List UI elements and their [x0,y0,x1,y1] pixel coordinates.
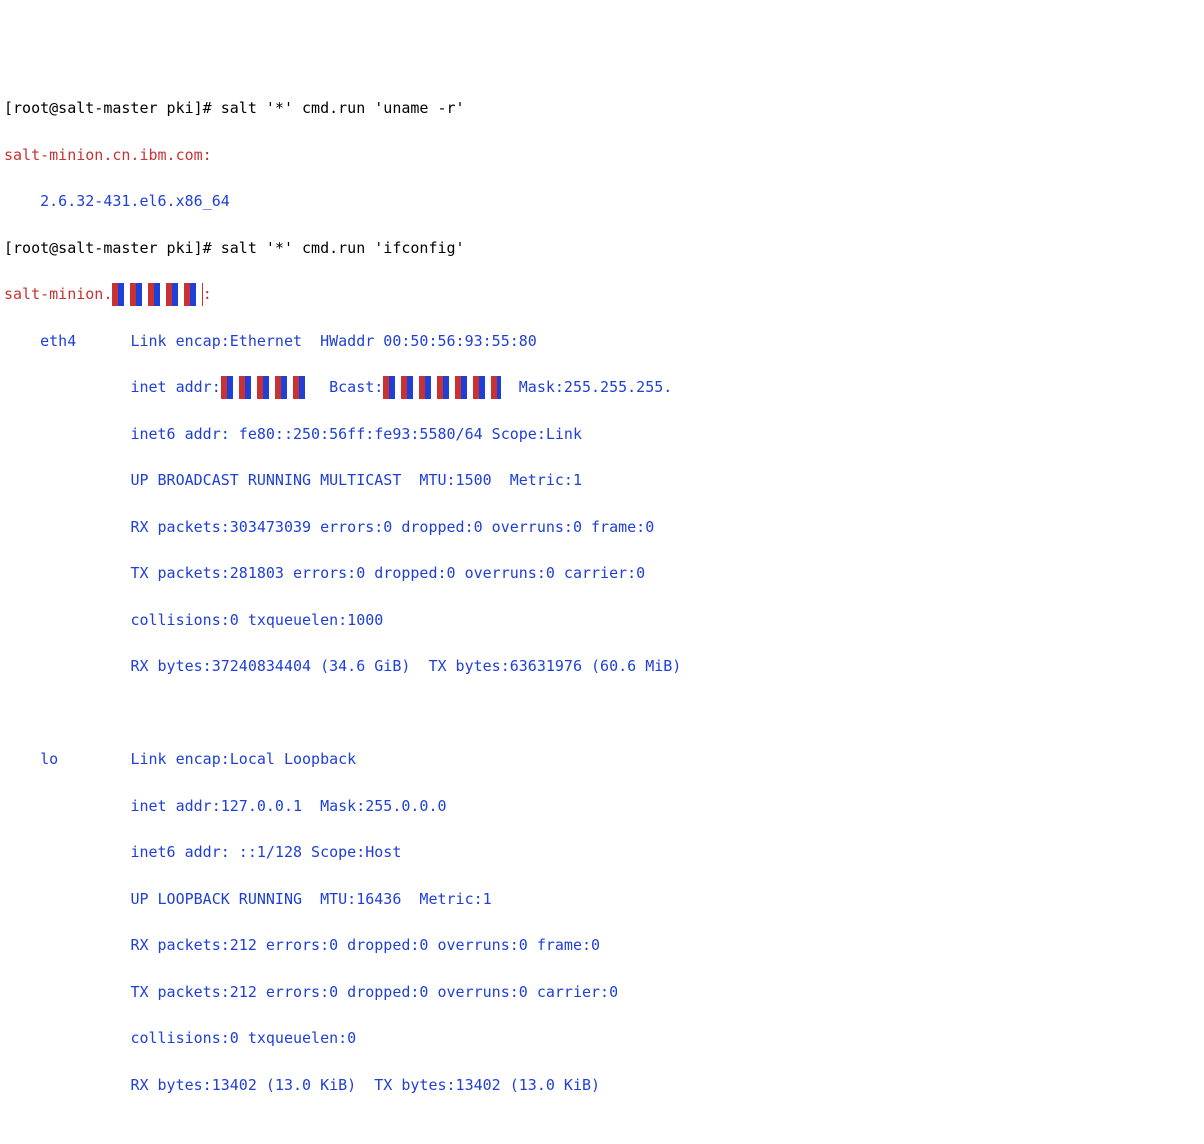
inet-line: inet addr:127.0.0.1 Mask:255.0.0.0 [130,797,446,815]
rx-packets: RX packets:212 errors:0 dropped:0 overru… [130,936,600,954]
iface-name: eth4 [40,332,76,350]
iface-line: UP LOOPBACK RUNNING MTU:16436 Metric:1 [4,888,1200,911]
output-line: 2.6.32-431.el6.x86_64 [4,190,1200,213]
flags-line: UP LOOPBACK RUNNING MTU:16436 Metric:1 [130,890,491,908]
iface-line: RX packets:303473039 errors:0 dropped:0 … [4,516,1200,539]
iface-line: RX bytes:37240834404 (34.6 GiB) TX bytes… [4,655,1200,678]
iface-link: Link encap:Local Loopback [130,750,356,768]
iface-line: TX packets:281803 errors:0 dropped:0 ove… [4,562,1200,585]
tx-packets: TX packets:281803 errors:0 dropped:0 ove… [130,564,645,582]
iface-line: inet addr:* ** *** * Bcast:*.***.***.***… [4,376,1200,399]
terminal-line: [root@salt-master pki]# salt '*' cmd.run… [4,237,1200,260]
iface-line: inet6 addr: fe80::250:56ff:fe93:5580/64 … [4,423,1200,446]
rx-packets: RX packets:303473039 errors:0 dropped:0 … [130,518,654,536]
iface-line: RX bytes:13402 (13.0 KiB) TX bytes:13402… [4,1074,1200,1097]
mask-label: Mask:255.255.255. [501,378,673,396]
iface-line: TX packets:212 errors:0 dropped:0 overru… [4,981,1200,1004]
inet-label: inet addr: [130,378,220,396]
minion-name-part: salt-minion. [4,285,112,303]
iface-line: RX packets:212 errors:0 dropped:0 overru… [4,934,1200,957]
blank-line [4,702,1200,725]
collisions: collisions:0 txqueuelen:1000 [130,611,383,629]
bytes-line: RX bytes:37240834404 (34.6 GiB) TX bytes… [130,657,681,675]
iface-line: collisions:0 txqueuelen:0 [4,1027,1200,1050]
iface-line: eth4 Link encap:Ethernet HWaddr 00:50:56… [4,330,1200,353]
uname-output: 2.6.32-431.el6.x86_64 [40,192,230,210]
redacted-hostname: ** *** *** [112,283,202,306]
iface-line: lo Link encap:Local Loopback [4,748,1200,771]
inet6-line: inet6 addr: ::1/128 Scope:Host [130,843,401,861]
inet6-line: inet6 addr: fe80::250:56ff:fe93:5580/64 … [130,425,582,443]
minion-header: salt-minion.** *** ***: [4,283,1200,306]
tx-packets: TX packets:212 errors:0 dropped:0 overru… [130,983,618,1001]
iface-line: UP BROADCAST RUNNING MULTICAST MTU:1500 … [4,469,1200,492]
iface-line: inet addr:127.0.0.1 Mask:255.0.0.0 [4,795,1200,818]
iface-name: lo [40,750,58,768]
bytes-line: RX bytes:13402 (13.0 KiB) TX bytes:13402… [130,1076,600,1094]
terminal-line: [root@salt-master pki]# salt '*' cmd.run… [4,97,1200,120]
iface-link: Link encap:Ethernet HWaddr 00:50:56:93:5… [130,332,536,350]
shell-command[interactable]: salt '*' cmd.run 'ifconfig' [221,239,465,257]
minion-header: salt-minion.cn.ibm.com: [4,144,1200,167]
shell-prompt: [root@salt-master pki]# [4,99,221,117]
minion-colon: : [203,285,212,303]
iface-line: collisions:0 txqueuelen:1000 [4,609,1200,632]
shell-command[interactable]: salt '*' cmd.run 'uname -r' [221,99,465,117]
iface-line: inet6 addr: ::1/128 Scope:Host [4,841,1200,864]
flags-line: UP BROADCAST RUNNING MULTICAST MTU:1500 … [130,471,582,489]
redacted-ip: * ** *** * [221,376,311,399]
redacted-bcast: *.***.***.*** [383,376,500,399]
shell-prompt: [root@salt-master pki]# [4,239,221,257]
bcast-label: Bcast: [311,378,383,396]
collisions: collisions:0 txqueuelen:0 [130,1029,356,1047]
